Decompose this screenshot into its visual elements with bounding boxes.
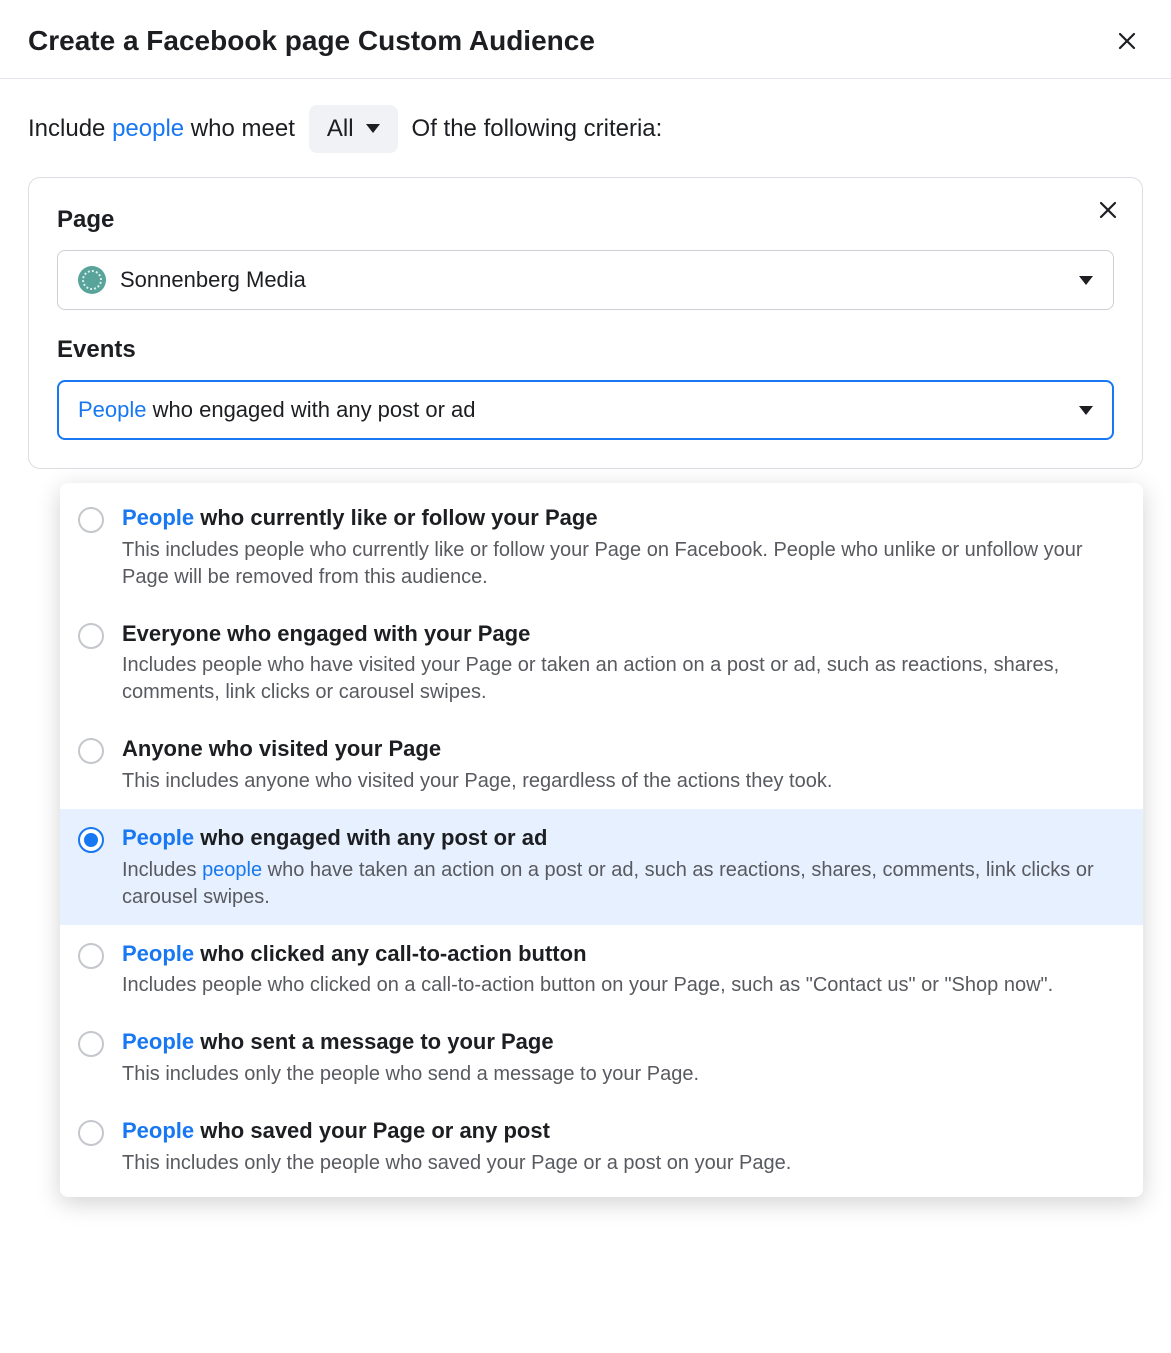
event-option[interactable]: Anyone who visited your Page This include… <box>60 720 1143 809</box>
event-option-title: Anyone who visited your Page <box>122 734 832 764</box>
radio-button[interactable] <box>78 623 104 649</box>
event-option[interactable]: People who engaged with any post or ad In… <box>60 809 1143 925</box>
event-option[interactable]: Everyone who engaged with your Page Inclu… <box>60 605 1143 721</box>
event-option-title-highlight: People <box>122 505 194 530</box>
event-option-title-rest: Everyone who engaged with your Page <box>122 621 530 646</box>
event-option-description: Includes people who have taken an action… <box>122 857 1119 911</box>
criteria-filter-row: Include people who meet All Of the follo… <box>0 79 1171 177</box>
event-option-description: This includes anyone who visited your Pa… <box>122 768 832 795</box>
dialog-header: Create a Facebook page Custom Audience <box>0 0 1171 79</box>
event-option-title-rest: who engaged with any post or ad <box>194 825 547 850</box>
radio-button[interactable] <box>78 827 104 853</box>
radio-button[interactable] <box>78 1120 104 1146</box>
page-selector-value: Sonnenberg Media <box>120 265 306 295</box>
event-option-body: People who engaged with any post or ad In… <box>122 823 1119 911</box>
event-option-description: Includes people who clicked on a call-to… <box>122 972 1053 999</box>
chevron-down-icon <box>1079 276 1093 285</box>
event-option-title-highlight: People <box>122 1118 194 1143</box>
event-option-title-highlight: People <box>122 941 194 966</box>
event-option-body: Anyone who visited your Page This include… <box>122 734 832 795</box>
event-option-body: People who saved your Page or any post Th… <box>122 1116 791 1177</box>
event-option-body: People who currently like or follow your… <box>122 503 1119 591</box>
radio-button[interactable] <box>78 738 104 764</box>
event-option[interactable]: People who clicked any call-to-action bu… <box>60 925 1143 1014</box>
filter-text: Include people who meet <box>28 113 295 145</box>
close-dialog-button[interactable] <box>1111 25 1143 57</box>
people-link[interactable]: people <box>112 115 184 142</box>
filter-suffix: Of the following criteria: <box>412 113 663 145</box>
events-dropdown: People who currently like or follow your… <box>60 483 1143 1197</box>
radio-button[interactable] <box>78 1031 104 1057</box>
close-icon <box>1096 198 1120 222</box>
radio-button[interactable] <box>78 507 104 533</box>
events-rest: who engaged with any post or ad <box>147 397 476 422</box>
events-highlight: People <box>78 397 147 422</box>
event-option-body: People who clicked any call-to-action bu… <box>122 939 1053 1000</box>
event-option-description: This includes only the people who send a… <box>122 1061 699 1088</box>
event-option[interactable]: People who sent a message to your Page Th… <box>60 1013 1143 1102</box>
radio-button[interactable] <box>78 943 104 969</box>
criteria-card: Page Sonnenberg Media Events People who … <box>28 177 1143 469</box>
events-dropdown-list: People who currently like or follow your… <box>60 489 1143 1191</box>
event-option-title-rest: who sent a message to your Page <box>194 1029 553 1054</box>
event-option-title: People who sent a message to your Page <box>122 1027 699 1057</box>
page-field-label: Page <box>57 204 1114 236</box>
page-avatar-icon <box>78 266 106 294</box>
match-mode-label: All <box>327 115 354 143</box>
event-option[interactable]: People who saved your Page or any post Th… <box>60 1102 1143 1191</box>
event-option-title-rest: Anyone who visited your Page <box>122 736 441 761</box>
filter-prefix: Include <box>28 115 112 142</box>
close-icon <box>1115 29 1139 53</box>
event-option-title-rest: who saved your Page or any post <box>194 1118 550 1143</box>
remove-criteria-button[interactable] <box>1096 198 1120 225</box>
event-option-body: People who sent a message to your Page Th… <box>122 1027 699 1088</box>
chevron-down-icon <box>366 124 380 133</box>
match-mode-selector[interactable]: All <box>309 105 398 153</box>
dialog-title: Create a Facebook page Custom Audience <box>28 22 595 60</box>
event-option-title-highlight: People <box>122 1029 194 1054</box>
event-option-title-rest: who currently like or follow your Page <box>194 505 597 530</box>
page-selector[interactable]: Sonnenberg Media <box>57 250 1114 310</box>
event-option[interactable]: People who currently like or follow your… <box>60 489 1143 605</box>
event-option-title: People who clicked any call-to-action bu… <box>122 939 1053 969</box>
events-field-label: Events <box>57 334 1114 366</box>
events-selector[interactable]: People who engaged with any post or ad <box>57 380 1114 440</box>
event-option-description: Includes people who have visited your Pa… <box>122 652 1119 706</box>
event-option-title-rest: who clicked any call-to-action button <box>194 941 586 966</box>
event-option-title: People who engaged with any post or ad <box>122 823 1119 853</box>
event-option-title: People who currently like or follow your… <box>122 503 1119 533</box>
filter-middle: who meet <box>184 115 295 142</box>
events-selector-value: People who engaged with any post or ad <box>78 395 476 425</box>
event-option-title-highlight: People <box>122 825 194 850</box>
event-option-body: Everyone who engaged with your Page Inclu… <box>122 619 1119 707</box>
event-option-description: This includes people who currently like … <box>122 537 1119 591</box>
event-option-title: People who saved your Page or any post <box>122 1116 791 1146</box>
chevron-down-icon <box>1079 406 1093 415</box>
event-option-description: This includes only the people who saved … <box>122 1150 791 1177</box>
event-option-title: Everyone who engaged with your Page <box>122 619 1119 649</box>
